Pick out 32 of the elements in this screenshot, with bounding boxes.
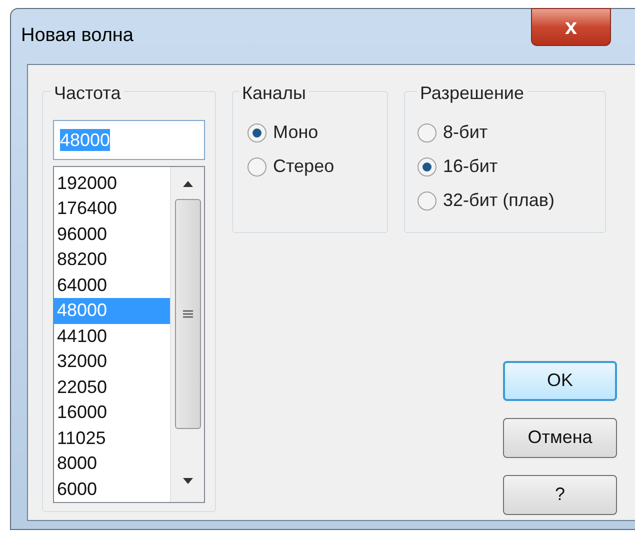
list-item[interactable]: 8000 (54, 451, 170, 476)
list-item[interactable]: 6000 (54, 476, 170, 502)
scrollbar[interactable] (170, 166, 204, 502)
dialog-button[interactable]: OK (503, 360, 617, 400)
dialog-button[interactable]: ? (503, 474, 617, 514)
list-item[interactable]: 88200 (54, 247, 170, 272)
radio-label: Стерео (273, 155, 334, 178)
radio-button[interactable] (247, 122, 267, 142)
list-item[interactable]: 192000 (54, 170, 170, 196)
list-item[interactable]: 22050 (54, 374, 170, 400)
list-item[interactable]: 44100 (54, 324, 170, 349)
radio-label: Моно (273, 121, 318, 144)
list-item[interactable]: 96000 (54, 222, 170, 247)
radio-button[interactable] (247, 156, 267, 176)
radio-label: 16-бит (443, 155, 498, 178)
window-title: Новая волна (21, 24, 134, 48)
radio-label: 32-бит (плав) (443, 189, 554, 212)
radio-label: 8-бит (443, 121, 488, 144)
list-item[interactable]: 64000 (54, 272, 170, 298)
scroll-thumb[interactable] (174, 198, 200, 428)
scroll-up-icon[interactable] (182, 180, 192, 186)
close-button[interactable]: x (531, 8, 611, 46)
scroll-down-icon[interactable] (182, 478, 192, 484)
list-item[interactable]: 176400 (54, 196, 170, 222)
dialog-button[interactable]: Отмена (503, 418, 617, 458)
radio-button[interactable] (417, 156, 437, 176)
grip-icon (182, 310, 192, 318)
list-item[interactable]: 32000 (54, 349, 170, 374)
radio-button[interactable] (417, 122, 437, 142)
list-item[interactable]: 16000 (54, 400, 170, 426)
radio-button[interactable] (417, 190, 437, 210)
list-item[interactable]: 11025 (54, 426, 170, 451)
